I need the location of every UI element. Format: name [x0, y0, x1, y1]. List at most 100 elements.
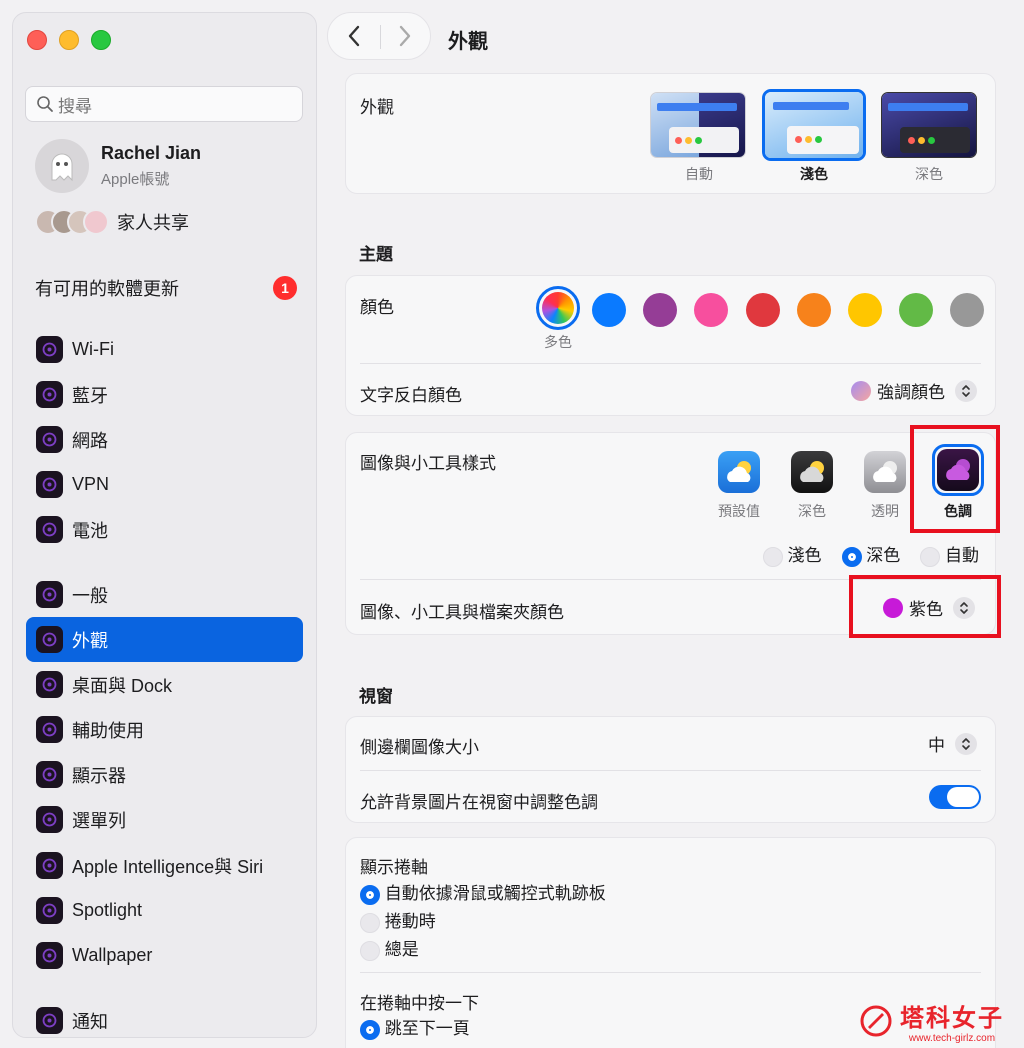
search-icon — [37, 96, 53, 112]
notification-bell-icon — [36, 1007, 63, 1034]
bluetooth-icon — [36, 381, 63, 408]
forward-button[interactable] — [379, 25, 430, 47]
click-scrollbar-label: 在捲軸中按一下 — [360, 994, 479, 1013]
main-content: 外觀 外觀 自動 淺色 深色 主題 顏色 多色 文字反白顏色 強調顏色 圖像與小… — [317, 0, 1024, 1048]
display-icon — [36, 761, 63, 788]
appearance-dark-label: 深色 — [915, 166, 943, 182]
annotation-box-tinted — [910, 425, 1000, 533]
sidebar-icon-size-value: 中 — [928, 736, 945, 755]
color-swatch-2[interactable] — [643, 293, 678, 327]
back-button[interactable] — [328, 25, 379, 47]
multicolor-wheel — [542, 292, 574, 324]
software-update-label: 有可用的軟體更新 — [35, 279, 179, 299]
sidebar-item-3[interactable]: VPN — [26, 462, 303, 507]
sidebar-item-label: 藍牙 — [72, 385, 108, 406]
show-scrollbars-label: 顯示捲軸 — [360, 858, 428, 877]
sidebar-item-7[interactable]: 桌面與 Dock — [26, 662, 303, 707]
auto-thumbnail — [650, 92, 746, 158]
battery-icon — [36, 516, 63, 543]
click-option-next-page[interactable]: 跳至下一頁 — [360, 1015, 470, 1043]
watermark-url: www.tech-girlz.com — [908, 1033, 996, 1044]
sidebar-item-14[interactable]: 通知 — [26, 998, 303, 1037]
sidebar-item-9[interactable]: 顯示器 — [26, 752, 303, 797]
annotation-box-folder-color — [849, 575, 1001, 638]
theme-card: 顏色 多色 文字反白顏色 強調顏色 — [345, 275, 996, 416]
sidebar: 搜尋 Rachel Jian Apple帳號 家人共享 有可用的軟體更新 1 W… — [12, 12, 317, 1038]
sidebar-item-12[interactable]: Spotlight — [26, 888, 303, 933]
multicolor-swatch[interactable] — [536, 286, 580, 330]
search-placeholder: 搜尋 — [58, 96, 92, 116]
color-swatch-3[interactable] — [694, 293, 729, 327]
zoom-window-button[interactable] — [91, 30, 111, 50]
wallpaper-tint-label: 允許背景圖片在視窗中調整色調 — [360, 793, 598, 812]
sidebar-item-1[interactable]: 藍牙 — [26, 372, 303, 417]
sidebar-item-label: 輔助使用 — [72, 720, 144, 741]
wallpaper-tint-toggle[interactable] — [929, 785, 981, 809]
apple-account[interactable]: Rachel Jian Apple帳號 — [35, 139, 201, 193]
appearance-card: 外觀 自動 淺色 深色 — [345, 73, 996, 194]
scroll-option-scrolling[interactable]: 捲動時 — [360, 908, 606, 936]
widget-style-dark-label: 深色 — [798, 503, 826, 519]
folder-color-label: 圖像、小工具與檔案夾顏色 — [360, 603, 564, 622]
history-nav — [327, 12, 431, 60]
update-count-badge: 1 — [273, 276, 297, 300]
color-swatch-4[interactable] — [745, 293, 780, 327]
highlight-color-value: 強調顏色 — [877, 383, 945, 402]
close-window-button[interactable] — [27, 30, 47, 50]
scroll-option-always[interactable]: 總是 — [360, 936, 606, 964]
dark-thumbnail — [881, 92, 977, 158]
sidebar-icon-size-popup[interactable]: 中 — [928, 731, 977, 756]
search-input[interactable]: 搜尋 — [25, 86, 303, 122]
family-avatars — [35, 209, 109, 235]
vpn-globe-icon — [36, 471, 63, 498]
click-option-next-page-label: 跳至下一頁 — [384, 1019, 470, 1038]
radio-scroll-scrolling — [360, 912, 380, 933]
sidebar-item-label: 網路 — [72, 430, 108, 451]
selected-color-label: 多色 — [544, 334, 572, 350]
chevron-right-icon — [399, 25, 410, 47]
highlight-color-popup[interactable]: 強調顏色 — [851, 378, 977, 403]
rocket-logo-icon — [860, 1005, 892, 1037]
widget-style-label: 圖像與小工具樣式 — [360, 454, 496, 473]
appearance-label: 外觀 — [360, 98, 394, 117]
sidebar-item-5[interactable]: 一般 — [26, 572, 303, 617]
sidebar-item-0[interactable]: Wi-Fi — [26, 327, 303, 372]
updown-chevron-icon — [955, 379, 977, 402]
updown-chevron-icon — [955, 732, 977, 755]
color-swatch-5[interactable] — [796, 293, 831, 327]
theme-section-title: 主題 — [359, 245, 393, 264]
family-sharing[interactable]: 家人共享 — [35, 209, 189, 235]
menubar-icon — [36, 806, 63, 833]
color-swatch-7[interactable] — [899, 293, 934, 327]
window-section-title: 視窗 — [359, 687, 393, 706]
mode-dark-option[interactable]: 深色 — [841, 541, 900, 567]
mode-light-option[interactable]: 淺色 — [762, 541, 822, 567]
sidebar-item-label: 選單列 — [72, 810, 126, 831]
software-update-item[interactable]: 有可用的軟體更新 1 — [35, 275, 297, 301]
mode-auto-option[interactable]: 自動 — [920, 541, 979, 567]
sidebar-item-11[interactable]: Apple Intelligence與 Siri — [26, 843, 303, 888]
appearance-auto-label: 自動 — [685, 166, 713, 182]
avatar — [35, 139, 89, 193]
sidebar-item-6[interactable]: 外觀 — [26, 617, 303, 662]
window-card: 側邊欄圖像大小 中 允許背景圖片在視窗中調整色調 — [345, 716, 996, 823]
accessibility-icon — [36, 716, 63, 743]
gear-icon — [36, 581, 63, 608]
color-swatch-8[interactable] — [950, 293, 985, 327]
sidebar-item-13[interactable]: Wallpaper — [26, 933, 303, 978]
sidebar-item-label: Apple Intelligence與 Siri — [72, 856, 264, 877]
sidebar-item-4[interactable]: 電池 — [26, 507, 303, 552]
sidebar-item-label: 桌面與 Dock — [72, 675, 173, 696]
sidebar-item-10[interactable]: 選單列 — [26, 797, 303, 842]
color-swatch-1[interactable] — [592, 293, 626, 327]
highlight-color-label: 文字反白顏色 — [360, 386, 462, 405]
scroll-option-auto[interactable]: 自動依據滑鼠或觸控式軌跡板 — [360, 880, 606, 908]
mode-light-label: 淺色 — [787, 546, 822, 565]
color-swatch-6[interactable] — [848, 293, 882, 327]
sidebar-item-label: Spotlight — [72, 900, 143, 920]
radio-dark — [841, 546, 862, 567]
minimize-window-button[interactable] — [59, 30, 79, 50]
sidebar-item-2[interactable]: 網路 — [26, 417, 303, 462]
sidebar-item-label: 外觀 — [72, 630, 108, 651]
sidebar-item-8[interactable]: 輔助使用 — [26, 707, 303, 752]
